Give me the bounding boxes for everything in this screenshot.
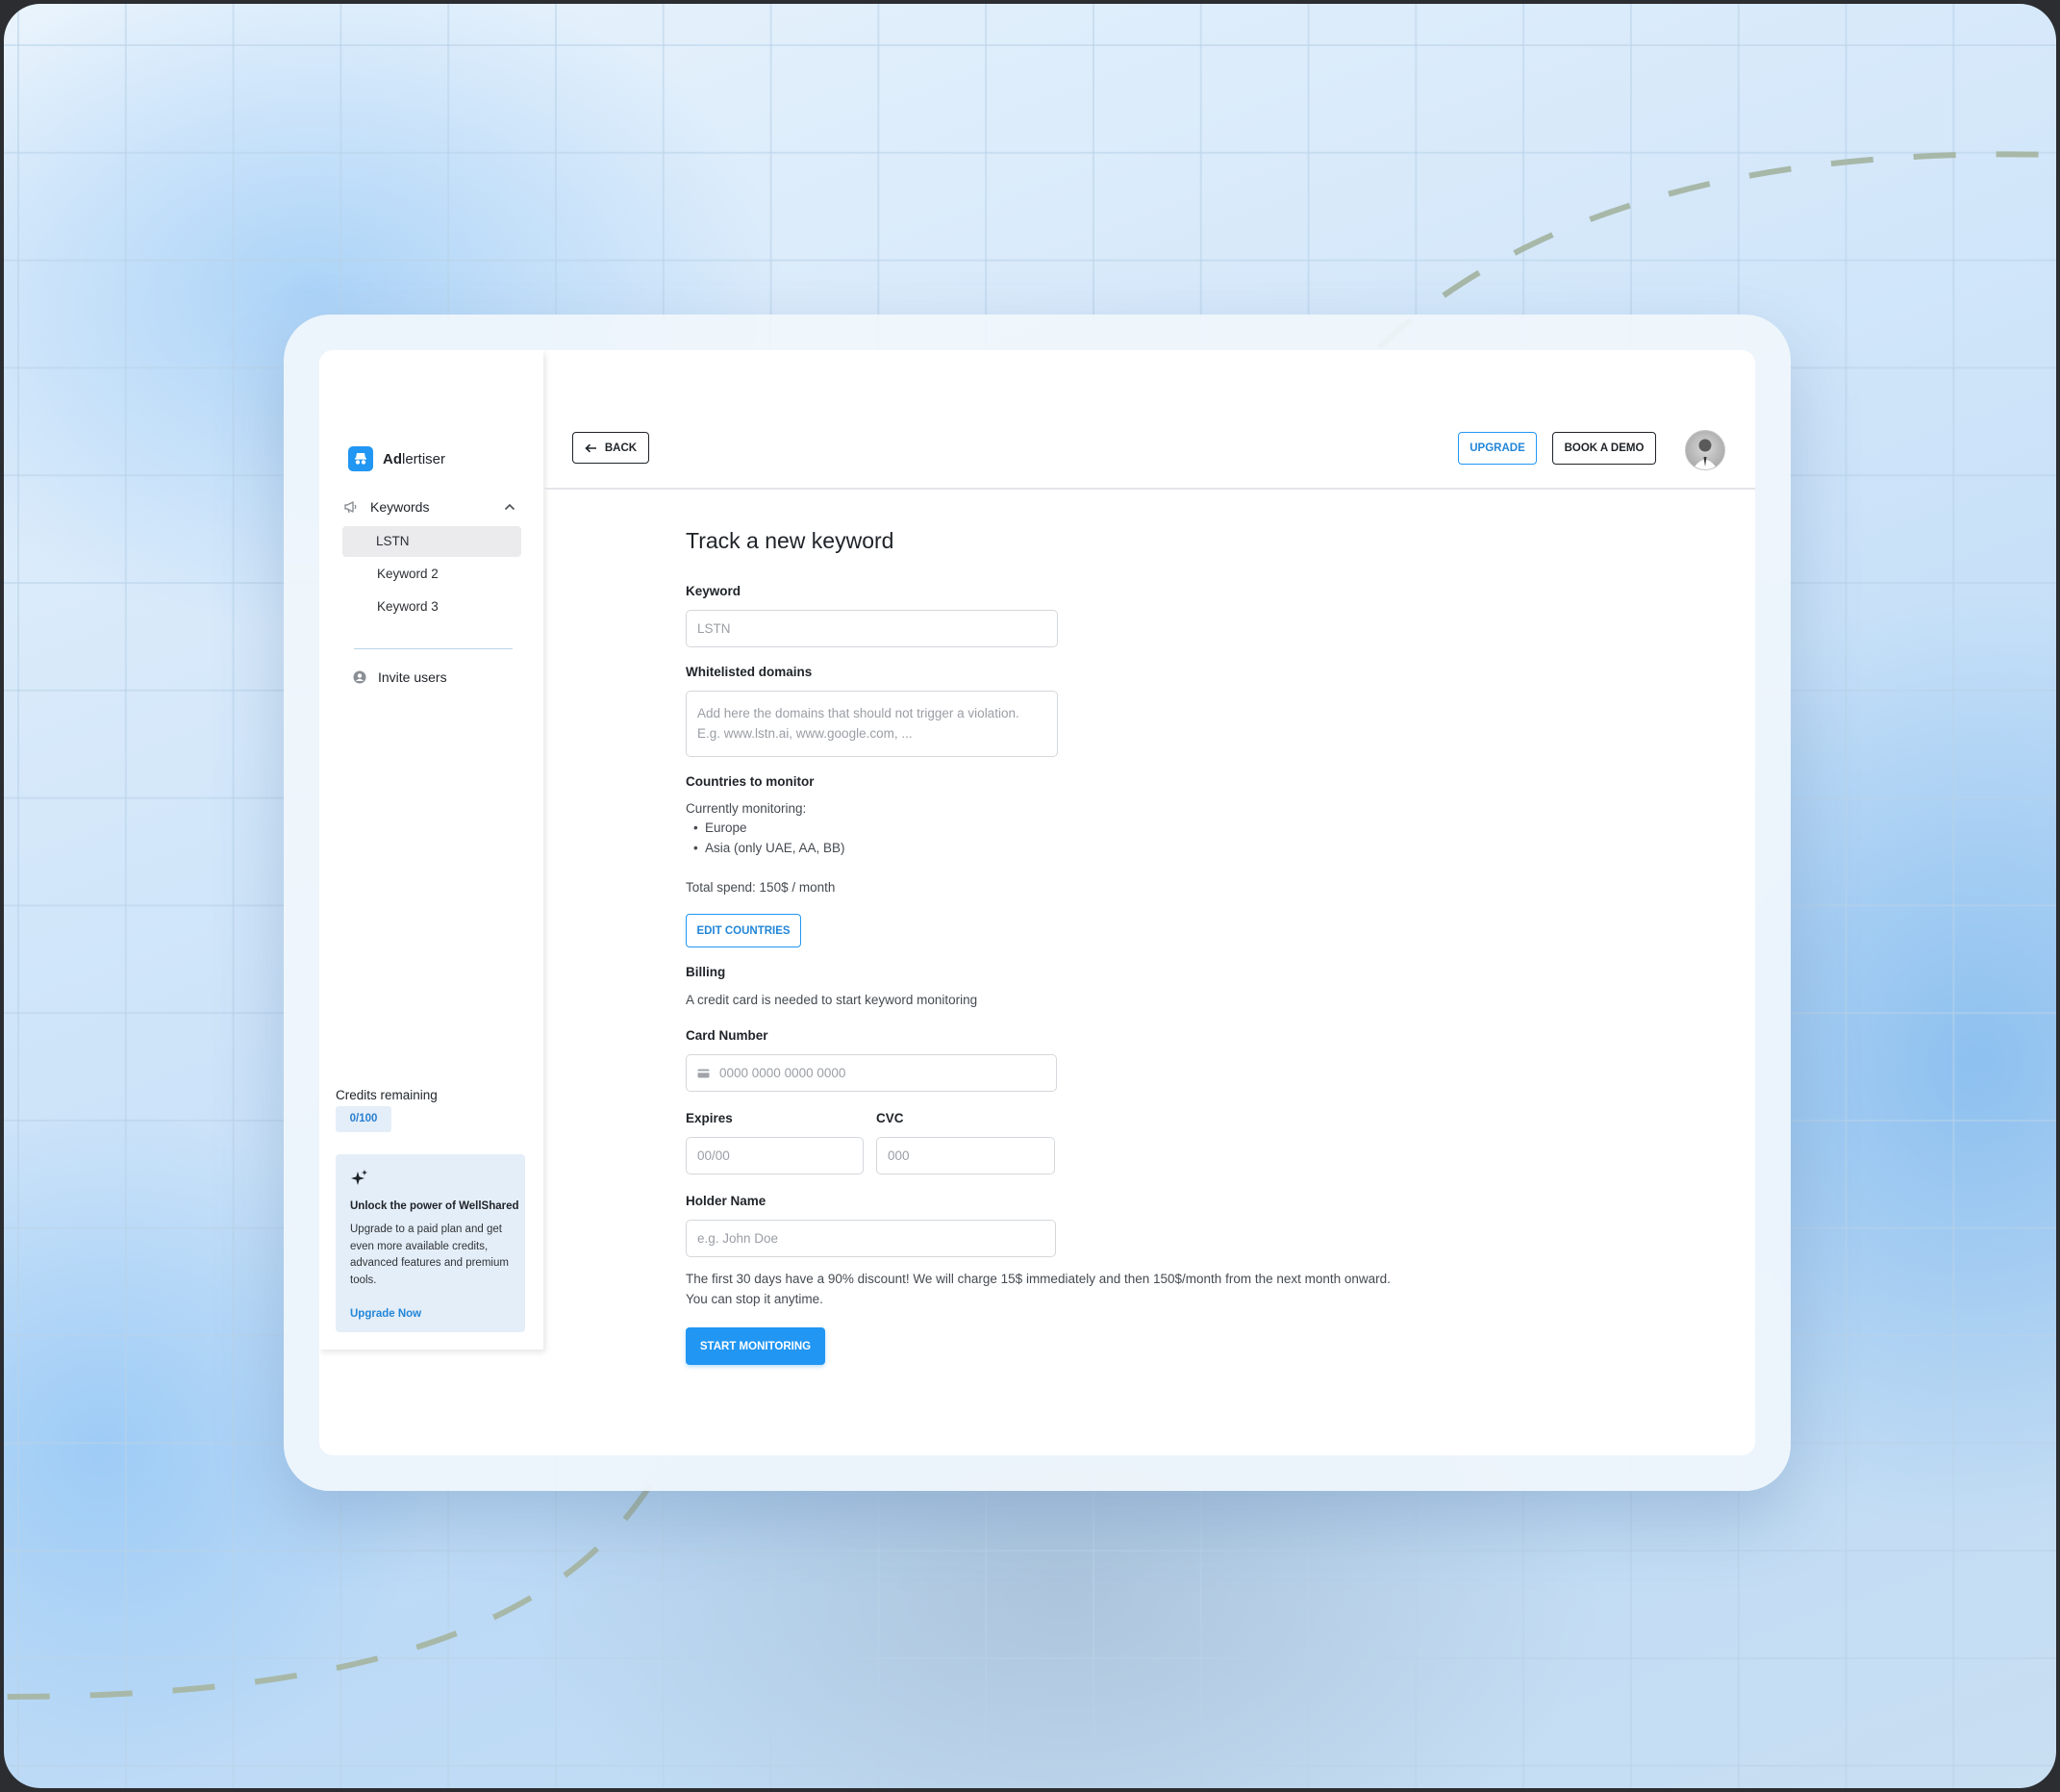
promo-title: Unlock the power of WellShared (350, 1200, 519, 1212)
app-name: Adlertiser (383, 450, 446, 467)
cvc-label: CVC (876, 1111, 904, 1125)
keywords-nav-group: Keywords LSTN Keyword 2 Keyword 3 (342, 496, 521, 622)
keyword-placeholder: LSTN (697, 621, 731, 636)
card-number-placeholder: 0000 0000 0000 0000 (719, 1066, 846, 1080)
start-monitoring-button[interactable]: START MONITORING (686, 1327, 825, 1365)
list-item: Asia (only UAE, AA, BB) (686, 838, 845, 858)
spy-icon (348, 446, 373, 471)
keyword-label: Keyword (686, 584, 741, 598)
billing-info-text: A credit card is needed to start keyword… (686, 993, 978, 1007)
top-bar: BACK UPGRADE BOOK A DEMO (544, 350, 1755, 490)
upgrade-button[interactable]: UPGRADE (1458, 432, 1537, 465)
upgrade-now-link[interactable]: Upgrade Now (350, 1308, 421, 1320)
edit-countries-button[interactable]: EDIT COUNTRIES (686, 914, 801, 947)
holder-name-label: Holder Name (686, 1194, 766, 1208)
whitelisted-domains-label: Whitelisted domains (686, 665, 813, 679)
app-logo[interactable]: Adlertiser (348, 446, 445, 471)
card-number-label: Card Number (686, 1028, 768, 1043)
billing-label: Billing (686, 965, 726, 979)
sidebar-divider (354, 648, 513, 649)
cvc-placeholder: 000 (888, 1148, 910, 1163)
holder-name-placeholder: e.g. John Doe (697, 1231, 779, 1246)
discount-notice-line-1: The first 30 days have a 90% discount! W… (686, 1272, 1391, 1286)
sidebar-item-lstn[interactable]: LSTN (342, 526, 521, 557)
currently-monitoring-text: Currently monitoring: (686, 801, 807, 816)
keywords-nav-label: Keywords (370, 499, 430, 515)
keywords-nav-header[interactable]: Keywords (343, 496, 521, 517)
chevron-up-icon[interactable] (504, 503, 515, 511)
sidebar: Adlertiser Keywords LSTN Keyword 2 Keywo… (319, 350, 543, 1350)
back-button[interactable]: BACK (572, 432, 649, 464)
credit-card-icon (697, 1069, 710, 1078)
whitelisted-domains-textarea[interactable]: Add here the domains that should not tri… (686, 691, 1058, 757)
app-window: Adlertiser Keywords LSTN Keyword 2 Keywo… (319, 350, 1755, 1455)
monitored-regions-list: Europe Asia (only UAE, AA, BB) (686, 818, 845, 858)
total-spend-text: Total spend: 150$ / month (686, 880, 836, 895)
credits-label: Credits remaining (336, 1088, 438, 1102)
domains-placeholder: Add here the domains that should not tri… (697, 706, 1019, 741)
page-title: Track a new keyword (686, 528, 894, 553)
discount-notice-line-2: You can stop it anytime. (686, 1292, 823, 1306)
arrow-left-icon (585, 443, 597, 453)
holder-name-input[interactable]: e.g. John Doe (686, 1220, 1056, 1257)
credits-badge: 0/100 (336, 1106, 391, 1132)
expires-placeholder: 00/00 (697, 1148, 730, 1163)
sidebar-item-keyword-2[interactable]: Keyword 2 (343, 559, 521, 590)
list-item: Europe (686, 818, 845, 838)
background-canvas: Adlertiser Keywords LSTN Keyword 2 Keywo… (4, 4, 2056, 1788)
user-circle-icon (353, 670, 366, 684)
invite-users-link[interactable]: Invite users (353, 669, 447, 685)
countries-label: Countries to monitor (686, 774, 815, 789)
sparkle-icon (350, 1169, 369, 1193)
upgrade-promo-card: Unlock the power of WellShared Upgrade t… (336, 1154, 525, 1332)
cvc-input[interactable]: 000 (876, 1137, 1055, 1174)
device-frame: Adlertiser Keywords LSTN Keyword 2 Keywo… (284, 315, 1791, 1491)
promo-text: Upgrade to a paid plan and get even more… (350, 1224, 509, 1286)
sidebar-item-keyword-3[interactable]: Keyword 3 (343, 592, 521, 622)
book-demo-button[interactable]: BOOK A DEMO (1552, 432, 1656, 465)
avatar[interactable] (1685, 430, 1725, 470)
back-label: BACK (604, 442, 638, 454)
megaphone-icon (343, 499, 359, 515)
keyword-input[interactable]: LSTN (686, 610, 1058, 647)
invite-users-label: Invite users (378, 669, 447, 685)
expires-label: Expires (686, 1111, 733, 1125)
card-number-input[interactable]: 0000 0000 0000 0000 (686, 1054, 1057, 1092)
expires-input[interactable]: 00/00 (686, 1137, 864, 1174)
